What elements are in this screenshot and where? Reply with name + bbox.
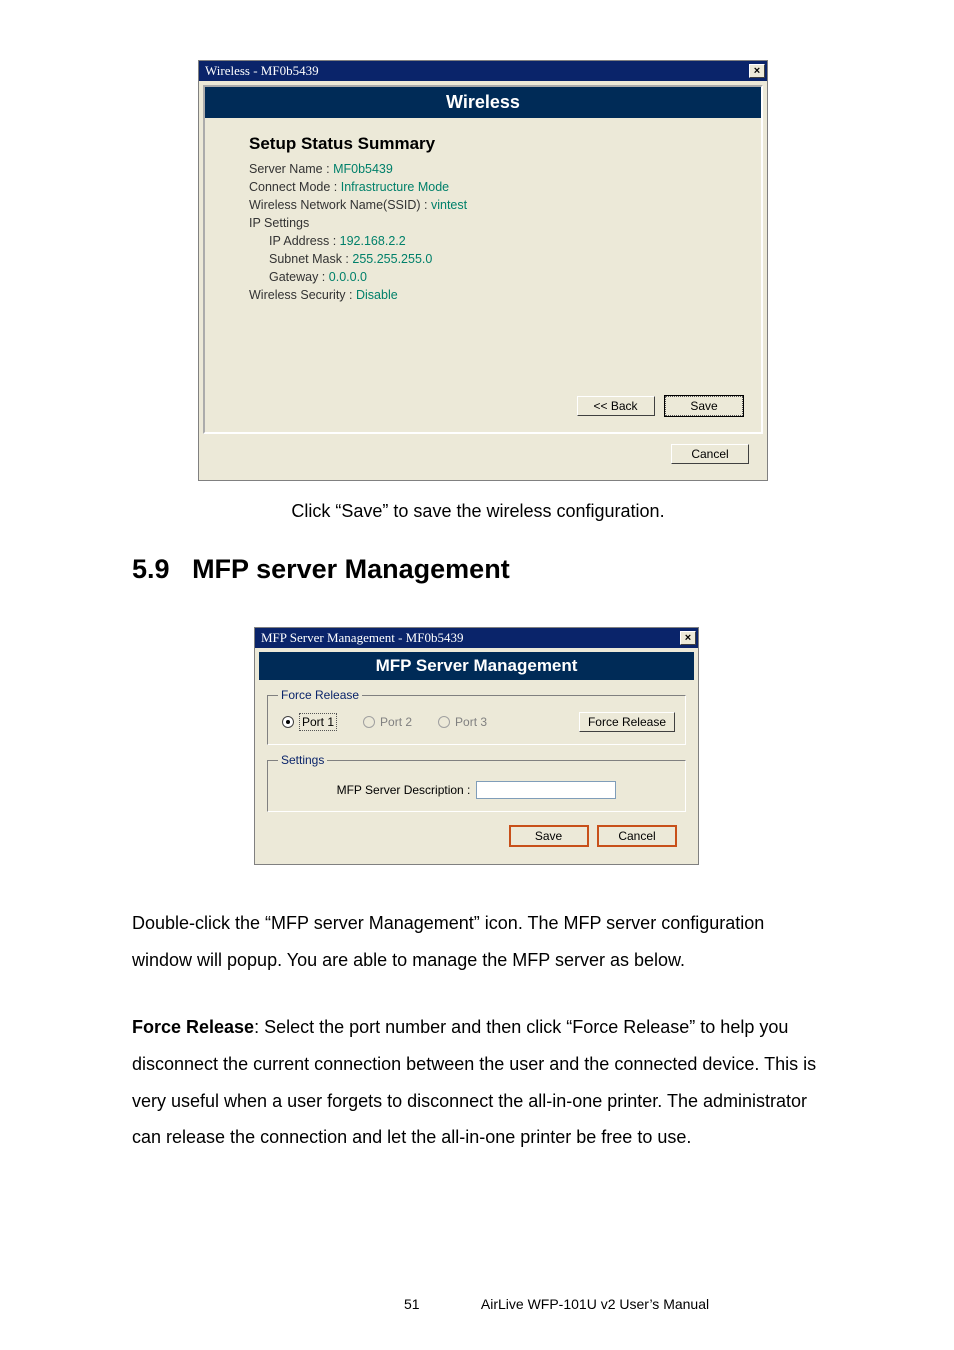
mfp-dialog: MFP Server Management - MF0b5439 × MFP S… [254, 627, 699, 865]
close-icon[interactable]: × [749, 64, 765, 78]
connect-mode-row: Connect Mode : Infrastructure Mode [249, 180, 751, 194]
force-release-group: Force Release Port 1 Port 2 Port 3 Force [267, 688, 686, 745]
subnet-label: Subnet Mask : [269, 252, 349, 266]
caption-save: Click “Save” to save the wireless config… [132, 501, 824, 522]
settings-legend: Settings [278, 753, 327, 767]
server-name-row: Server Name : MF0b5439 [249, 162, 751, 176]
mfp-titlebar: MFP Server Management - MF0b5439 × [255, 628, 698, 648]
section-heading: 5.9 MFP server Management [132, 554, 824, 585]
connect-mode-value: Infrastructure Mode [341, 180, 449, 194]
server-name-label: Server Name : [249, 162, 330, 176]
port3-label: Port 3 [455, 715, 487, 729]
paragraph-2: Force Release: Select the port number an… [132, 1009, 824, 1157]
mfp-window-title: MFP Server Management - MF0b5439 [261, 630, 463, 646]
wireless-banner: Wireless [205, 87, 761, 118]
summary-title: Setup Status Summary [249, 134, 751, 154]
manual-name: AirLive WFP-101U v2 User’s Manual [481, 1296, 709, 1312]
subnet-row: Subnet Mask : 255.255.255.0 [249, 252, 751, 266]
back-button[interactable]: << Back [577, 396, 655, 416]
gateway-value: 0.0.0.0 [329, 270, 367, 284]
port2-radio: Port 2 [363, 715, 412, 729]
mfp-cancel-button[interactable]: Cancel [598, 826, 676, 846]
save-button[interactable]: Save [665, 396, 743, 416]
close-icon[interactable]: × [680, 631, 696, 645]
ip-settings-label: IP Settings [249, 216, 751, 230]
ip-address-label: IP Address : [269, 234, 336, 248]
radio-off-icon [438, 716, 450, 728]
radio-off-icon [363, 716, 375, 728]
port2-label: Port 2 [380, 715, 412, 729]
para2-bold: Force Release [132, 1017, 254, 1037]
wireless-window-title: Wireless - MF0b5439 [205, 63, 319, 79]
ssid-row: Wireless Network Name(SSID) : vintest [249, 198, 751, 212]
ssid-label: Wireless Network Name(SSID) : [249, 198, 428, 212]
radio-on-icon [282, 716, 294, 728]
gateway-row: Gateway : 0.0.0.0 [249, 270, 751, 284]
ip-address-value: 192.168.2.2 [340, 234, 406, 248]
mfp-banner: MFP Server Management [259, 652, 694, 680]
security-label: Wireless Security : [249, 288, 353, 302]
paragraph-1: Double-click the “MFP server Management”… [132, 905, 824, 979]
cancel-button[interactable]: Cancel [671, 444, 749, 464]
mfp-save-button[interactable]: Save [510, 826, 588, 846]
port3-radio: Port 3 [438, 715, 487, 729]
page-number: 51 [132, 1296, 477, 1312]
security-row: Wireless Security : Disable [249, 288, 751, 302]
section-number: 5.9 [132, 554, 170, 584]
mfp-banner-label: MFP Server Management [376, 656, 578, 675]
ssid-value: vintest [431, 198, 467, 212]
page-footer: 51 AirLive WFP-101U v2 User’s Manual [0, 1296, 954, 1312]
settings-group: Settings MFP Server Description : [267, 753, 686, 812]
subnet-value: 255.255.255.0 [352, 252, 432, 266]
port1-radio[interactable]: Port 1 [282, 713, 337, 731]
wireless-titlebar: Wireless - MF0b5439 × [199, 61, 767, 81]
force-release-button[interactable]: Force Release [579, 712, 675, 732]
desc-label: MFP Server Description : [337, 783, 471, 797]
gateway-label: Gateway : [269, 270, 325, 284]
ip-address-row: IP Address : 192.168.2.2 [249, 234, 751, 248]
force-release-legend: Force Release [278, 688, 362, 702]
section-title: MFP server Management [192, 554, 510, 584]
wireless-banner-label: Wireless [446, 92, 520, 112]
port1-label: Port 1 [299, 713, 337, 731]
connect-mode-label: Connect Mode : [249, 180, 337, 194]
desc-input[interactable] [476, 781, 616, 799]
security-value: Disable [356, 288, 398, 302]
server-name-value: MF0b5439 [333, 162, 393, 176]
wireless-dialog: Wireless - MF0b5439 × Wireless Setup Sta… [198, 60, 768, 481]
